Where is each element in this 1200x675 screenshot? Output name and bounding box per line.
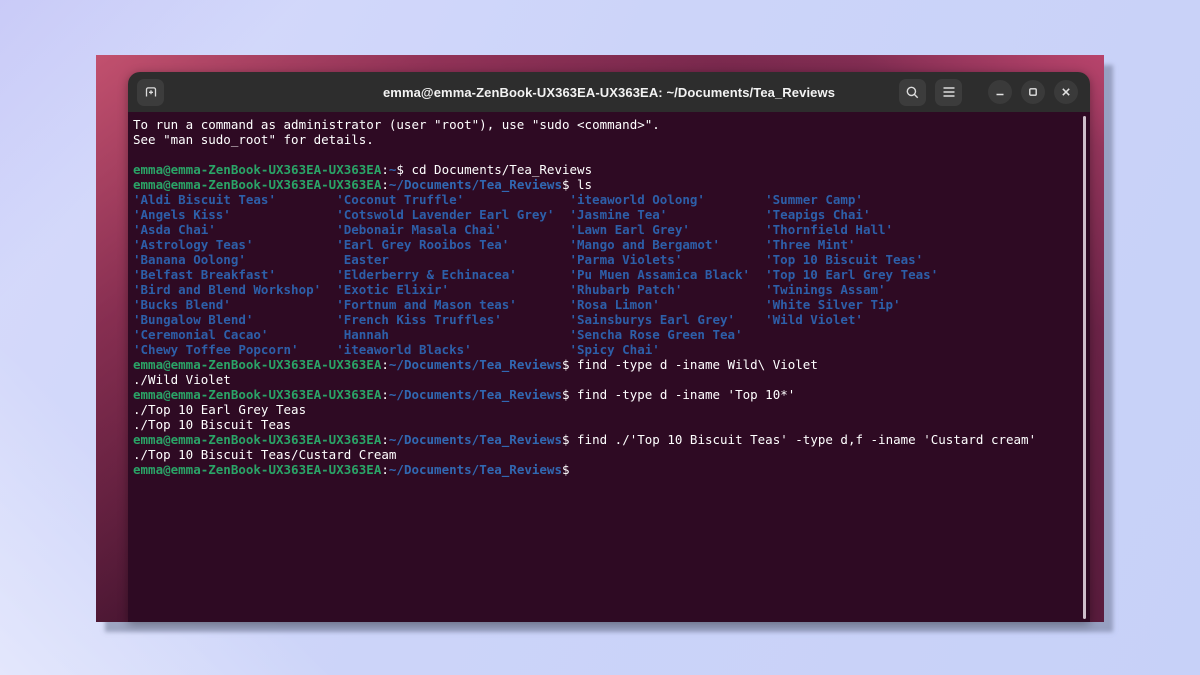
- terminal-line: 'Angels Kiss''Cotswold Lavender Earl Gre…: [133, 207, 1076, 222]
- terminal-line: 'Aldi Biscuit Teas''Coconut Truffle''ite…: [133, 192, 1076, 207]
- terminal-line: ./Top 10 Earl Grey Teas: [133, 402, 1076, 417]
- terminal-line: 'Banana Oolong' Easter'Parma Violets''To…: [133, 252, 1076, 267]
- new-tab-icon: [143, 84, 159, 100]
- hamburger-icon: [942, 86, 956, 98]
- terminal-output: To run a command as administrator (user …: [133, 117, 1076, 477]
- terminal-line: emma@emma-ZenBook-UX363EA-UX363EA:~$ cd …: [133, 162, 1076, 177]
- close-icon: [1061, 87, 1071, 97]
- terminal-line: emma@emma-ZenBook-UX363EA-UX363EA:~/Docu…: [133, 177, 1076, 192]
- terminal-line: 'Bungalow Blend''French Kiss Truffles''S…: [133, 312, 1076, 327]
- minimize-icon: [995, 87, 1005, 97]
- terminal-scrollbar[interactable]: [1083, 116, 1086, 619]
- maximize-button[interactable]: [1021, 80, 1045, 104]
- titlebar-controls: [899, 79, 1090, 106]
- terminal-line: ./Top 10 Biscuit Teas: [133, 417, 1076, 432]
- terminal-line: emma@emma-ZenBook-UX363EA-UX363EA:~/Docu…: [133, 357, 1076, 372]
- terminal-line: 'Chewy Toffee Popcorn''iteaworld Blacks'…: [133, 342, 1076, 357]
- search-button[interactable]: [899, 79, 926, 106]
- terminal-line: 'Bird and Blend Workshop''Exotic Elixir'…: [133, 282, 1076, 297]
- terminal-line: See "man sudo_root" for details.: [133, 132, 1076, 147]
- terminal-line: [133, 147, 1076, 162]
- terminal-line: emma@emma-ZenBook-UX363EA-UX363EA:~/Docu…: [133, 462, 1076, 477]
- terminal-titlebar[interactable]: emma@emma-ZenBook-UX363EA-UX363EA: ~/Doc…: [128, 72, 1090, 112]
- terminal-line: 'Belfast Breakfast''Elderberry & Echinac…: [133, 267, 1076, 282]
- terminal-line: 'Bucks Blend''Fortnum and Mason teas''Ro…: [133, 297, 1076, 312]
- wallpaper-card: emma@emma-ZenBook-UX363EA-UX363EA: ~/Doc…: [96, 55, 1104, 622]
- search-icon: [905, 85, 920, 100]
- terminal-line: 'Astrology Teas''Earl Grey Rooibos Tea''…: [133, 237, 1076, 252]
- terminal-line: ./Top 10 Biscuit Teas/Custard Cream: [133, 447, 1076, 462]
- terminal-line: 'Ceremonial Cacao' Hannah'Sencha Rose Gr…: [133, 327, 1076, 342]
- terminal-line: ./Wild Violet: [133, 372, 1076, 387]
- minimize-button[interactable]: [988, 80, 1012, 104]
- new-tab-button[interactable]: [137, 79, 164, 106]
- terminal-line: To run a command as administrator (user …: [133, 117, 1076, 132]
- terminal-screen[interactable]: To run a command as administrator (user …: [128, 112, 1090, 622]
- terminal-line: emma@emma-ZenBook-UX363EA-UX363EA:~/Docu…: [133, 432, 1076, 447]
- close-button[interactable]: [1054, 80, 1078, 104]
- terminal-line: emma@emma-ZenBook-UX363EA-UX363EA:~/Docu…: [133, 387, 1076, 402]
- maximize-icon: [1028, 87, 1038, 97]
- menu-button[interactable]: [935, 79, 962, 106]
- terminal-line: 'Asda Chai''Debonair Masala Chai''Lawn E…: [133, 222, 1076, 237]
- desktop-background: emma@emma-ZenBook-UX363EA-UX363EA: ~/Doc…: [0, 0, 1200, 675]
- terminal-window: emma@emma-ZenBook-UX363EA-UX363EA: ~/Doc…: [128, 72, 1090, 622]
